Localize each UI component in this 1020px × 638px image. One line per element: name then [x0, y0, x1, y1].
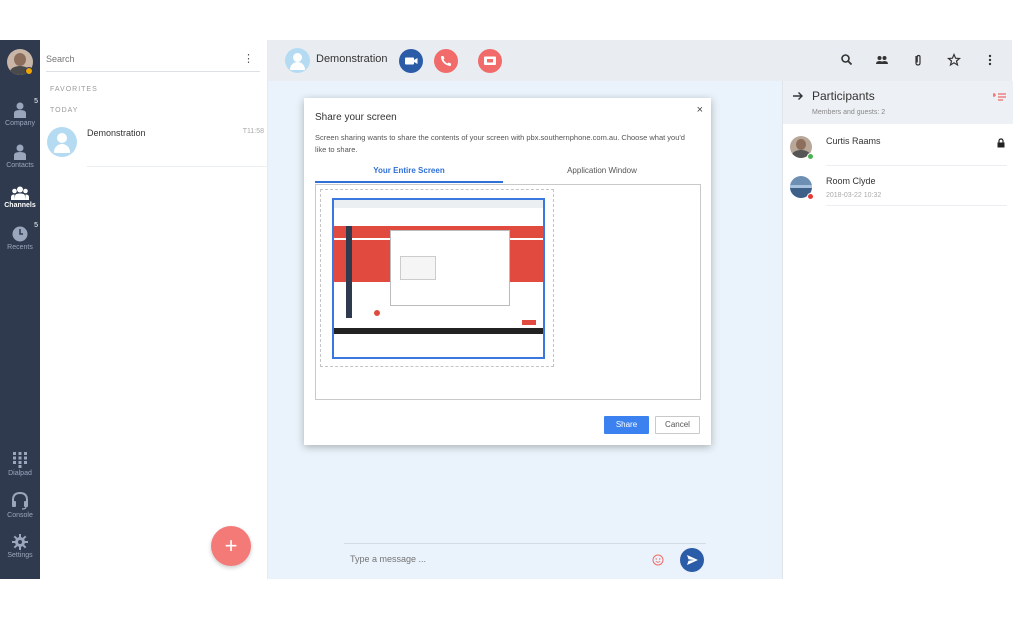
participants-panel: Participants Members and guests: 2 Curti… — [782, 81, 1013, 579]
nav-item-dialpad[interactable]: Dialpad — [0, 452, 40, 477]
screen-share-button[interactable] — [478, 49, 502, 73]
participant-name: Curtis Raams — [826, 136, 881, 146]
arrow-right-icon[interactable] — [792, 90, 804, 102]
nav-label: Recents — [7, 244, 33, 251]
participant-item[interactable]: Curtis Raams — [783, 126, 1013, 166]
more-vert-icon[interactable] — [982, 52, 998, 68]
share-screen-dialog: Share your screen × Screen sharing wants… — [304, 98, 711, 445]
conversation-list: ⋮ FAVORITES TODAY Demonstration T11:58 + — [40, 40, 268, 579]
nav-item-company[interactable]: 5 Company — [0, 98, 40, 127]
nav-item-settings[interactable]: Settings — [0, 534, 40, 559]
participants-count: Members and guests: 2 — [812, 109, 886, 116]
tab-application-window[interactable]: Application Window — [507, 166, 697, 183]
channel-title: Demonstration — [316, 53, 388, 65]
video-call-button[interactable] — [399, 49, 423, 73]
gear-icon — [12, 534, 28, 550]
attachment-icon[interactable] — [910, 52, 926, 68]
dialog-title: Share your screen — [315, 112, 397, 123]
send-icon — [687, 555, 698, 565]
video-call-icon — [405, 57, 418, 65]
channel-avatar-icon — [285, 48, 310, 73]
screen-thumbnail — [332, 198, 545, 359]
people-icon[interactable] — [874, 52, 890, 68]
participant-date: 2018-03-22 10:32 — [826, 192, 882, 199]
search-bar: ⋮ — [46, 50, 260, 72]
cancel-button[interactable]: Cancel — [655, 416, 700, 434]
add-participant-icon[interactable] — [993, 91, 1007, 103]
nav-rail: 5 Company Contacts Channels 5 Recents Di… — [0, 40, 40, 579]
headset-icon — [12, 492, 28, 510]
nav-label: Settings — [7, 552, 33, 559]
screen-share-icon — [484, 56, 496, 65]
divider — [826, 205, 1007, 206]
screen-picker — [315, 184, 701, 400]
favorites-heading: FAVORITES — [50, 86, 98, 93]
screen-option[interactable] — [320, 189, 554, 367]
search-icon[interactable] — [839, 52, 855, 68]
message-input[interactable] — [350, 554, 610, 564]
online-status-icon — [807, 153, 814, 160]
nav-label: Company — [5, 120, 35, 127]
nav-item-channels[interactable]: Channels — [0, 186, 40, 209]
presence-status-icon — [25, 67, 33, 75]
conversation-time: T11:58 — [242, 128, 264, 135]
app-window: 5 Company Contacts Channels 5 Recents Di… — [0, 40, 1013, 579]
participants-title: Participants — [812, 89, 875, 103]
chat-header: Demonstration — [268, 40, 1012, 81]
close-icon[interactable]: × — [697, 104, 703, 116]
nav-label: Contacts — [6, 162, 34, 169]
message-composer — [344, 543, 706, 577]
conversation-name: Demonstration — [87, 128, 146, 138]
channel-avatar-icon — [47, 127, 77, 157]
nav-label: Console — [7, 512, 33, 519]
nav-badge: 5 — [34, 98, 38, 105]
nav-item-console[interactable]: Console — [0, 492, 40, 519]
contacts-icon — [14, 144, 26, 160]
send-button[interactable] — [680, 548, 704, 572]
lock-icon — [997, 138, 1005, 148]
today-heading: TODAY — [50, 107, 79, 114]
more-vert-icon[interactable]: ⋮ — [243, 52, 254, 65]
participants-header: Participants Members and guests: 2 — [783, 81, 1013, 124]
share-button[interactable]: Share — [604, 416, 649, 434]
nav-label: Channels — [4, 202, 36, 209]
clock-icon — [12, 226, 28, 242]
voice-call-button[interactable] — [434, 49, 458, 73]
dialog-description: Screen sharing wants to share the conten… — [315, 133, 685, 154]
nav-badge: 5 — [34, 222, 38, 229]
participant-item[interactable]: Room Clyde 2018-03-22 10:32 — [783, 166, 1013, 206]
group-icon — [11, 186, 29, 200]
busy-status-icon — [807, 193, 814, 200]
dialpad-icon — [13, 452, 27, 468]
nav-item-recents[interactable]: 5 Recents — [0, 222, 40, 251]
star-icon[interactable] — [946, 52, 962, 68]
person-icon — [14, 102, 26, 118]
new-conversation-button[interactable]: + — [211, 526, 251, 566]
tab-entire-screen[interactable]: Your Entire Screen — [315, 166, 503, 183]
list-item[interactable]: Demonstration T11:58 — [40, 122, 268, 167]
search-input[interactable] — [46, 54, 226, 64]
emoji-icon[interactable] — [652, 554, 664, 566]
divider — [87, 166, 268, 167]
participant-name: Room Clyde — [826, 176, 876, 186]
phone-icon — [441, 56, 451, 66]
nav-item-contacts[interactable]: Contacts — [0, 144, 40, 169]
nav-label: Dialpad — [8, 470, 32, 477]
